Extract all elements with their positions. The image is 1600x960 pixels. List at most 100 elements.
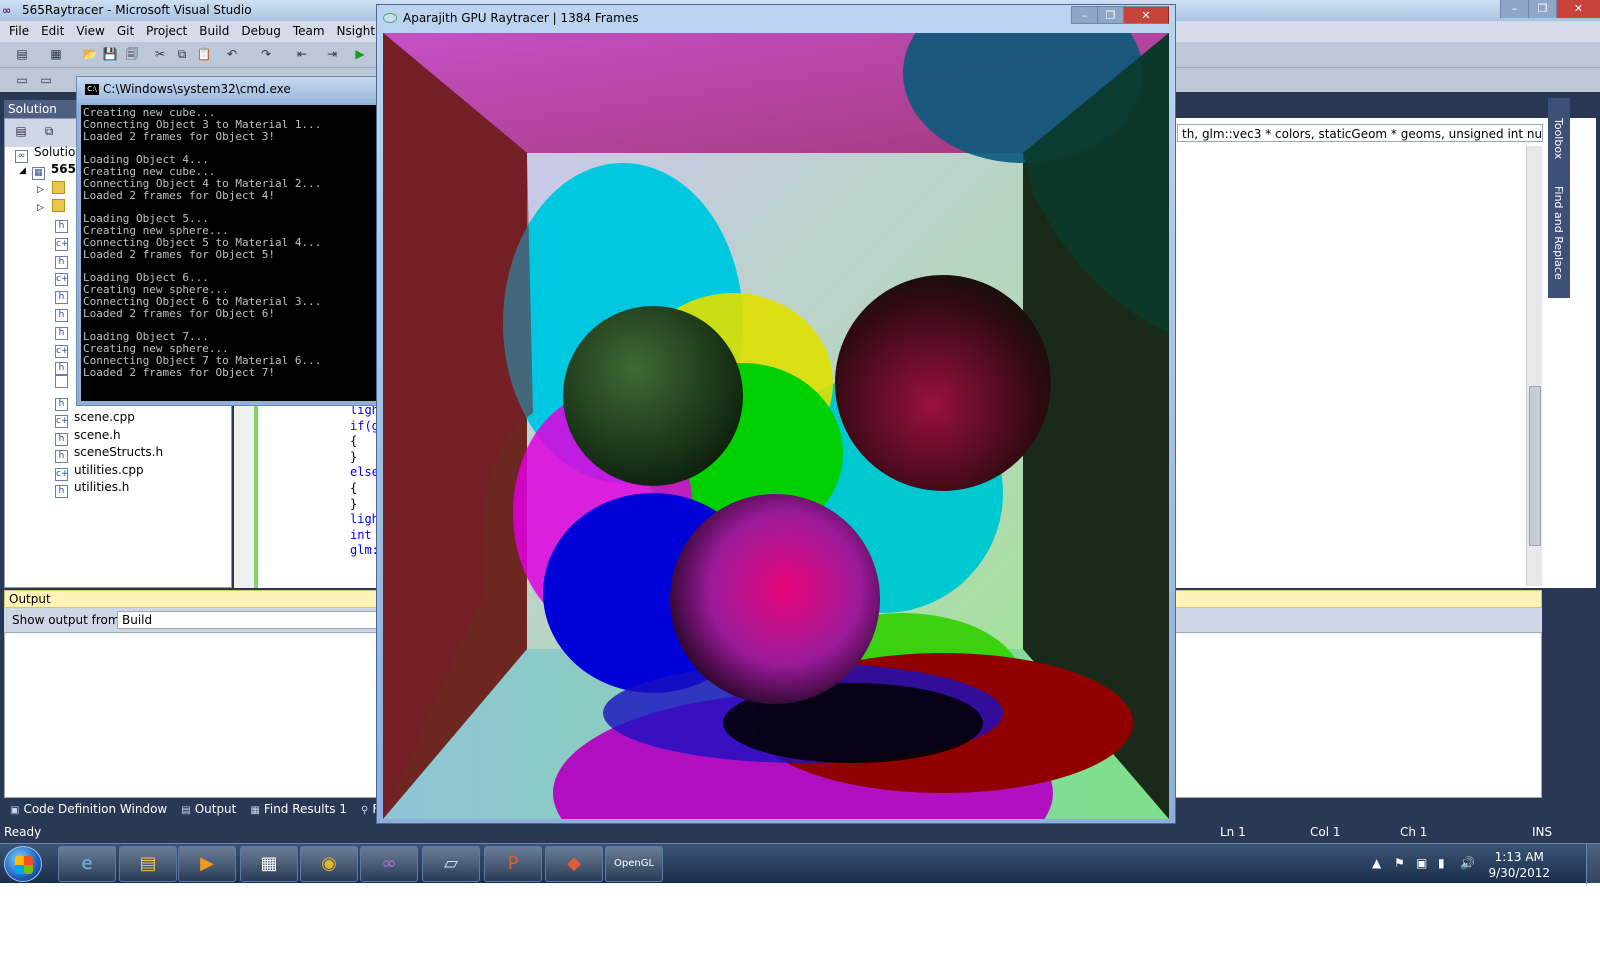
console-line: Loaded 2 frames for Object 3! bbox=[83, 129, 276, 143]
render-canvas bbox=[383, 33, 1169, 819]
file-item[interactable]: c+ scene.cpp bbox=[55, 410, 135, 428]
bottom-tab-2[interactable]: ▦ Find Results 1 bbox=[244, 800, 355, 820]
function-signature-dropdown[interactable]: th, glm::vec3 * colors, staticGeom * geo… bbox=[1177, 124, 1543, 142]
menu-team[interactable]: Team bbox=[288, 21, 332, 42]
save-all-icon[interactable]: 🗐 bbox=[124, 46, 140, 62]
file-icon-row[interactable]: h bbox=[55, 393, 74, 411]
file-icon-row[interactable] bbox=[55, 375, 74, 392]
file-icon-row[interactable]: c+ bbox=[55, 233, 74, 251]
show-hidden-icons[interactable]: ▲ bbox=[1372, 856, 1381, 870]
undo-icon[interactable]: ↶ bbox=[224, 46, 240, 62]
media-player-icon[interactable]: ▶ bbox=[178, 846, 236, 882]
notepad-icon[interactable]: ▱ bbox=[422, 846, 480, 882]
paste-icon[interactable]: 📋 bbox=[196, 46, 212, 62]
new-project-icon[interactable]: ▤ bbox=[14, 46, 30, 62]
toolbar-icon-2[interactable]: ▭ bbox=[38, 72, 54, 88]
file-item[interactable]: h scene.h bbox=[55, 428, 121, 446]
calculator-icon[interactable]: ▦ bbox=[240, 846, 298, 882]
volume-icon[interactable]: 🔊 bbox=[1460, 856, 1475, 870]
menu-file[interactable]: File bbox=[4, 21, 36, 42]
scrollbar-thumb[interactable] bbox=[1529, 386, 1541, 546]
bottom-tab-1[interactable]: ▤ Output bbox=[175, 800, 244, 820]
editor-vertical-scrollbar[interactable] bbox=[1526, 146, 1542, 586]
chrome-icon[interactable]: ◉ bbox=[300, 846, 358, 882]
code-line: } bbox=[350, 449, 358, 464]
console-output[interactable]: Creating new cube... Connecting Object 3 … bbox=[81, 105, 381, 401]
clock[interactable]: 1:13 AM 9/30/2012 bbox=[1488, 849, 1550, 881]
close-button[interactable]: ✕ bbox=[1556, 0, 1600, 18]
show-all-files-icon[interactable]: ⧉ bbox=[41, 123, 57, 139]
file-item[interactable]: h sceneStructs.h bbox=[55, 445, 163, 464]
open-folder-icon[interactable]: 📂 bbox=[82, 46, 98, 62]
file-icon-row[interactable]: h bbox=[55, 215, 74, 233]
status-line: Ln 1 bbox=[1220, 825, 1246, 839]
explorer-icon[interactable]: ▤ bbox=[119, 846, 177, 882]
file-icon-row[interactable]: c+ bbox=[55, 268, 74, 287]
navigate-back-icon[interactable]: ⇤ bbox=[294, 46, 310, 62]
console-line: Creating new sphere... bbox=[83, 223, 229, 237]
network-icon[interactable]: ▮ bbox=[1438, 856, 1445, 870]
expand-triangle-icon[interactable]: ▷ bbox=[37, 203, 44, 213]
git-icon[interactable]: ◆ bbox=[545, 846, 603, 882]
menu-project[interactable]: Project bbox=[141, 21, 194, 42]
raytracer-window[interactable]: Aparajith GPU Raytracer | 1384 Frames – … bbox=[376, 4, 1176, 824]
file-icon-row[interactable]: h bbox=[55, 322, 74, 340]
menu-view[interactable]: View bbox=[71, 21, 111, 42]
navigate-forward-icon[interactable]: ⇥ bbox=[324, 46, 340, 62]
close-button[interactable]: ✕ bbox=[1123, 6, 1169, 24]
bottom-tab-label: Code Definition Window bbox=[23, 802, 168, 816]
file-icon-row[interactable]: h bbox=[55, 357, 74, 376]
clock-date: 9/30/2012 bbox=[1488, 866, 1550, 880]
file-item[interactable]: c+ utilities.cpp bbox=[55, 463, 144, 481]
show-output-select[interactable]: Build bbox=[117, 611, 387, 629]
file-item[interactable]: h utilities.h bbox=[55, 480, 129, 499]
console-line: Connecting Object 7 to Material 6... bbox=[83, 353, 322, 367]
maximize-button[interactable]: ❐ bbox=[1528, 0, 1556, 18]
file-icon-row[interactable]: h bbox=[55, 304, 74, 322]
minimize-button[interactable]: – bbox=[1500, 0, 1528, 18]
start-button[interactable] bbox=[4, 846, 42, 882]
file-icon-row[interactable]: h bbox=[55, 251, 74, 269]
cmd-window[interactable]: C:\ C:\Windows\system32\cmd.exe Creating… bbox=[76, 76, 384, 406]
menu-git[interactable]: Git bbox=[112, 21, 141, 42]
redo-icon[interactable]: ↷ bbox=[258, 46, 274, 62]
file-icon-row[interactable]: c+ bbox=[55, 340, 74, 358]
find-replace-tab[interactable]: Find and Replace bbox=[1552, 186, 1565, 280]
cut-icon[interactable]: ✂ bbox=[152, 46, 168, 62]
header-file-icon: h bbox=[55, 326, 68, 340]
toolbar-icon-1[interactable]: ▭ bbox=[14, 72, 30, 88]
flag-icon[interactable]: ⚑ bbox=[1394, 856, 1405, 870]
cmd-title-bar[interactable]: C:\ C:\Windows\system32\cmd.exe bbox=[77, 77, 383, 103]
opengl-app-icon[interactable]: OpenGL bbox=[605, 846, 663, 882]
properties-icon[interactable]: ▤ bbox=[13, 123, 29, 139]
menu-build[interactable]: Build bbox=[194, 21, 236, 42]
show-desktop-button[interactable] bbox=[1586, 844, 1600, 884]
folder-node-2[interactable]: ▷ bbox=[37, 199, 71, 216]
menu-nsight[interactable]: Nsight bbox=[332, 21, 383, 42]
start-debugging-icon[interactable]: ▶ bbox=[352, 46, 368, 62]
console-line: Loaded 2 frames for Object 7! bbox=[83, 365, 276, 379]
add-item-icon[interactable]: ▦ bbox=[48, 46, 64, 62]
visual-studio-icon[interactable]: ∞ bbox=[360, 846, 418, 882]
device-icon[interactable]: ▣ bbox=[1416, 856, 1427, 870]
project-node[interactable]: ◢ ▦ 565 bbox=[19, 162, 76, 180]
powerpoint-icon[interactable]: P bbox=[484, 846, 542, 882]
bottom-tab-0[interactable]: ▣ Code Definition Window bbox=[4, 800, 175, 820]
solution-explorer-title[interactable]: Solution Exp bbox=[4, 100, 76, 130]
toolbox-tab[interactable]: Toolbox bbox=[1552, 118, 1565, 159]
maximize-button[interactable]: ❐ bbox=[1097, 6, 1123, 24]
collapse-triangle-icon[interactable]: ◢ bbox=[19, 166, 26, 176]
menu-edit[interactable]: Edit bbox=[36, 21, 71, 42]
save-icon[interactable]: 💾 bbox=[102, 46, 118, 62]
menu-debug[interactable]: Debug bbox=[236, 21, 287, 42]
minimize-button[interactable]: – bbox=[1071, 6, 1097, 24]
folder-node-1[interactable]: ▷ bbox=[37, 181, 71, 198]
solution-node[interactable]: ∞ Solutio bbox=[15, 145, 75, 163]
ie-icon[interactable]: e bbox=[58, 846, 116, 882]
copy-icon[interactable]: ⧉ bbox=[174, 46, 190, 62]
status-bar: Ready Ln 1 Col 1 Ch 1 INS bbox=[0, 822, 1600, 843]
file-label: scene.cpp bbox=[74, 410, 135, 424]
header-file-icon: h bbox=[55, 362, 68, 376]
expand-triangle-icon[interactable]: ▷ bbox=[37, 185, 44, 195]
file-icon-row[interactable]: h bbox=[55, 286, 74, 305]
